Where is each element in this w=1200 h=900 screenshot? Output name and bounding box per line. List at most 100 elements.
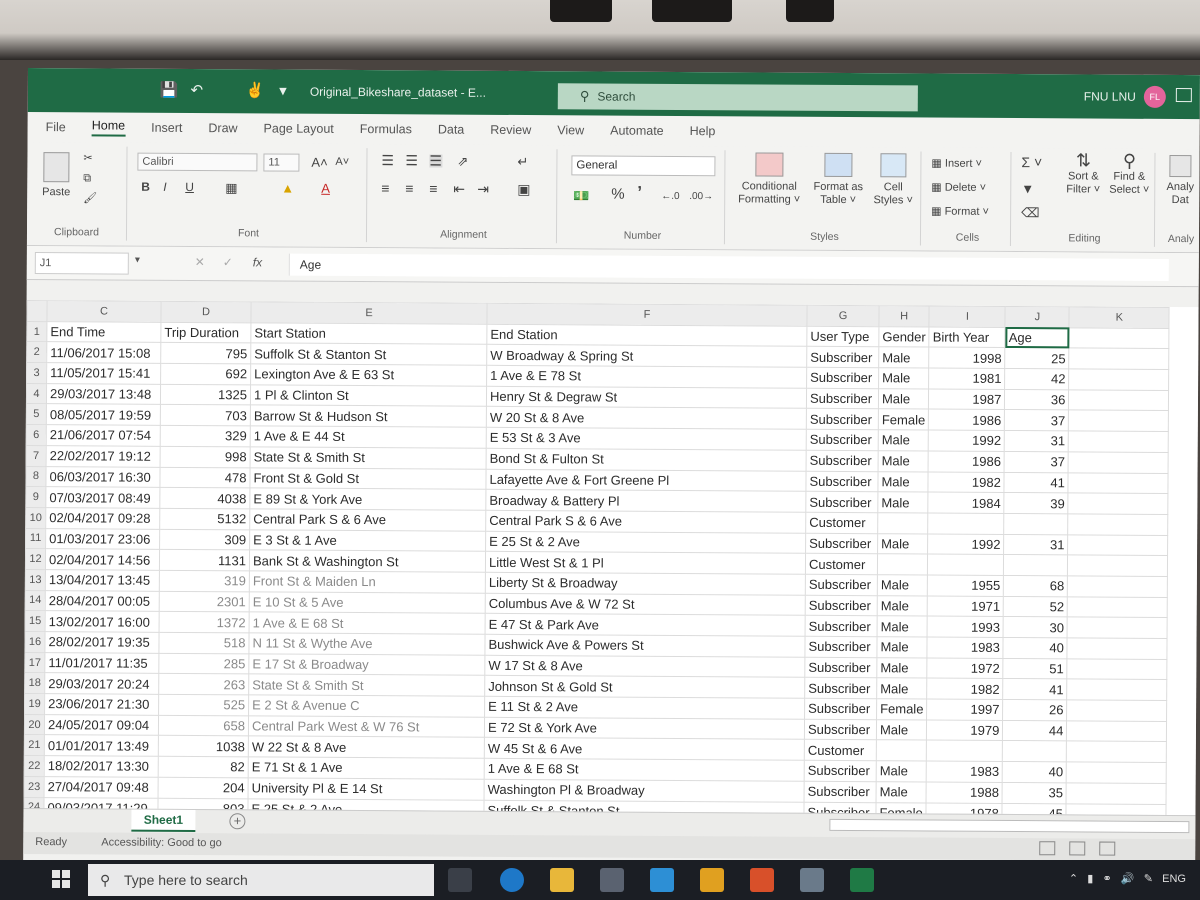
- insert-cells-button[interactable]: ▦ Insert ˅: [931, 158, 982, 171]
- table-cell[interactable]: Customer: [804, 739, 877, 761]
- row-number[interactable]: 17: [24, 652, 45, 673]
- table-cell[interactable]: [876, 740, 927, 762]
- table-cell[interactable]: E 72 St & York Ave: [484, 717, 805, 740]
- underline-button[interactable]: U: [185, 180, 194, 194]
- add-sheet-icon[interactable]: +: [229, 813, 246, 830]
- empty-cell[interactable]: [1068, 410, 1169, 432]
- empty-cell[interactable]: [1068, 389, 1169, 411]
- table-cell[interactable]: 1955: [927, 574, 1004, 597]
- table-cell[interactable]: [926, 740, 1003, 762]
- table-cell[interactable]: W 17 St & 8 Ave: [484, 654, 805, 678]
- table-cell[interactable]: Subscriber: [804, 760, 877, 782]
- table-cell[interactable]: 82: [158, 756, 249, 778]
- table-cell[interactable]: Female: [878, 409, 929, 431]
- table-cell[interactable]: 1986: [928, 450, 1005, 472]
- table-cell[interactable]: 1 Ave & E 68 St: [484, 758, 805, 782]
- table-cell[interactable]: 02/04/2017 09:28: [45, 507, 160, 529]
- table-cell[interactable]: Suffolk St & Stanton St: [250, 343, 487, 366]
- table-cell[interactable]: Subscriber: [806, 450, 879, 472]
- tab-help[interactable]: Help: [690, 124, 716, 138]
- table-cell[interactable]: Front St & Maiden Ln: [249, 570, 486, 593]
- table-cell[interactable]: Male: [877, 616, 928, 638]
- row-number[interactable]: 15: [25, 610, 46, 632]
- table-cell[interactable]: Bond St & Fulton St: [486, 448, 807, 471]
- table-cell[interactable]: Male: [877, 533, 929, 555]
- align-bottom-icon[interactable]: ☰: [429, 152, 442, 168]
- wrap-text-icon[interactable]: ↵: [517, 154, 528, 169]
- row-number[interactable]: 22: [24, 755, 45, 777]
- table-cell[interactable]: W 20 St & 8 Ave: [486, 406, 807, 430]
- empty-cell[interactable]: [1067, 637, 1168, 660]
- table-cell[interactable]: Front St & Gold St: [249, 467, 487, 490]
- row-number[interactable]: 20: [24, 714, 45, 736]
- table-cell[interactable]: 1997: [926, 699, 1004, 721]
- table-cell[interactable]: Male: [877, 471, 929, 493]
- table-cell[interactable]: 1972: [927, 657, 1004, 679]
- table-cell[interactable]: W Broadway & Spring St: [486, 344, 807, 368]
- table-cell[interactable]: [927, 554, 1004, 576]
- sort-filter-button[interactable]: ⇅ Sort & Filter ˅: [1061, 150, 1105, 196]
- table-cell[interactable]: 37: [1004, 409, 1069, 431]
- tab-insert[interactable]: Insert: [151, 121, 182, 135]
- table-cell[interactable]: 1988: [926, 781, 1003, 803]
- table-cell[interactable]: University Pl & E 14 St: [248, 777, 485, 800]
- increase-decimal-icon[interactable]: ←.0: [661, 190, 679, 203]
- table-cell[interactable]: Male: [876, 657, 928, 679]
- table-cell[interactable]: 1981: [928, 368, 1006, 390]
- task-view-icon[interactable]: [448, 868, 472, 892]
- table-cell[interactable]: 13/04/2017 13:45: [45, 569, 160, 591]
- insert-function-button[interactable]: fx: [253, 255, 262, 269]
- table-cell[interactable]: Male: [878, 367, 930, 389]
- table-cell[interactable]: Subscriber: [804, 781, 877, 803]
- empty-cell[interactable]: [1069, 327, 1170, 349]
- row-number[interactable]: 23: [24, 776, 45, 798]
- table-cell[interactable]: State St & Smith St: [250, 446, 487, 469]
- table-cell[interactable]: Washington Pl & Broadway: [484, 779, 805, 802]
- header-cell[interactable]: Trip Duration: [160, 322, 251, 344]
- row-number[interactable]: 3: [26, 362, 47, 384]
- table-cell[interactable]: Barrow St & Hudson St: [250, 405, 487, 428]
- table-cell[interactable]: 36: [1004, 389, 1069, 411]
- touch-mode-icon[interactable]: ✌: [246, 82, 265, 100]
- avatar[interactable]: FL: [1143, 85, 1166, 108]
- table-cell[interactable]: 329: [160, 425, 251, 447]
- table-cell[interactable]: 02/04/2017 14:56: [45, 548, 160, 571]
- italic-button[interactable]: I: [163, 180, 166, 194]
- row-number[interactable]: 16: [24, 631, 46, 653]
- table-cell[interactable]: [877, 553, 928, 575]
- table-cell[interactable]: 1982: [928, 471, 1005, 493]
- table-cell[interactable]: 1986: [928, 409, 1005, 431]
- formula-input[interactable]: Age: [288, 253, 1169, 281]
- table-cell[interactable]: Male: [877, 574, 928, 596]
- empty-cell[interactable]: [1067, 575, 1168, 598]
- row-number[interactable]: 9: [25, 486, 46, 508]
- table-cell[interactable]: 25: [1005, 347, 1070, 369]
- table-cell[interactable]: Male: [878, 347, 930, 369]
- table-cell[interactable]: 1971: [927, 595, 1004, 617]
- row-number[interactable]: 13: [25, 569, 46, 591]
- table-cell[interactable]: 1131: [159, 549, 250, 571]
- table-cell[interactable]: Broadway & Battery Pl: [485, 489, 806, 513]
- header-cell[interactable]: End Station: [486, 323, 807, 347]
- format-painter-icon[interactable]: 🖌: [83, 192, 97, 205]
- table-cell[interactable]: 1372: [159, 611, 250, 633]
- table-cell[interactable]: E 3 St & 1 Ave: [249, 529, 486, 552]
- undo-icon[interactable]: ↶: [188, 82, 206, 100]
- table-cell[interactable]: 658: [158, 715, 249, 737]
- ribbon-display-icon[interactable]: [1175, 88, 1192, 103]
- table-cell[interactable]: 703: [160, 404, 251, 426]
- font-size-select[interactable]: 11: [263, 153, 300, 172]
- table-cell[interactable]: 51: [1003, 658, 1068, 680]
- increase-indent-icon[interactable]: ⇥: [477, 181, 489, 197]
- row-number[interactable]: 8: [25, 465, 47, 487]
- table-cell[interactable]: 5132: [159, 508, 250, 530]
- empty-cell[interactable]: [1068, 368, 1170, 391]
- user-name[interactable]: FNU LNU: [1084, 89, 1136, 103]
- table-cell[interactable]: 1979: [926, 719, 1003, 741]
- align-top-icon[interactable]: ☰: [381, 152, 394, 168]
- table-cell[interactable]: 07/03/2017 08:49: [45, 486, 160, 509]
- table-cell[interactable]: 35: [1002, 782, 1067, 804]
- empty-cell[interactable]: [1066, 720, 1167, 742]
- cancel-icon[interactable]: ✕: [195, 255, 205, 269]
- table-cell[interactable]: N 11 St & Wythe Ave: [248, 632, 486, 655]
